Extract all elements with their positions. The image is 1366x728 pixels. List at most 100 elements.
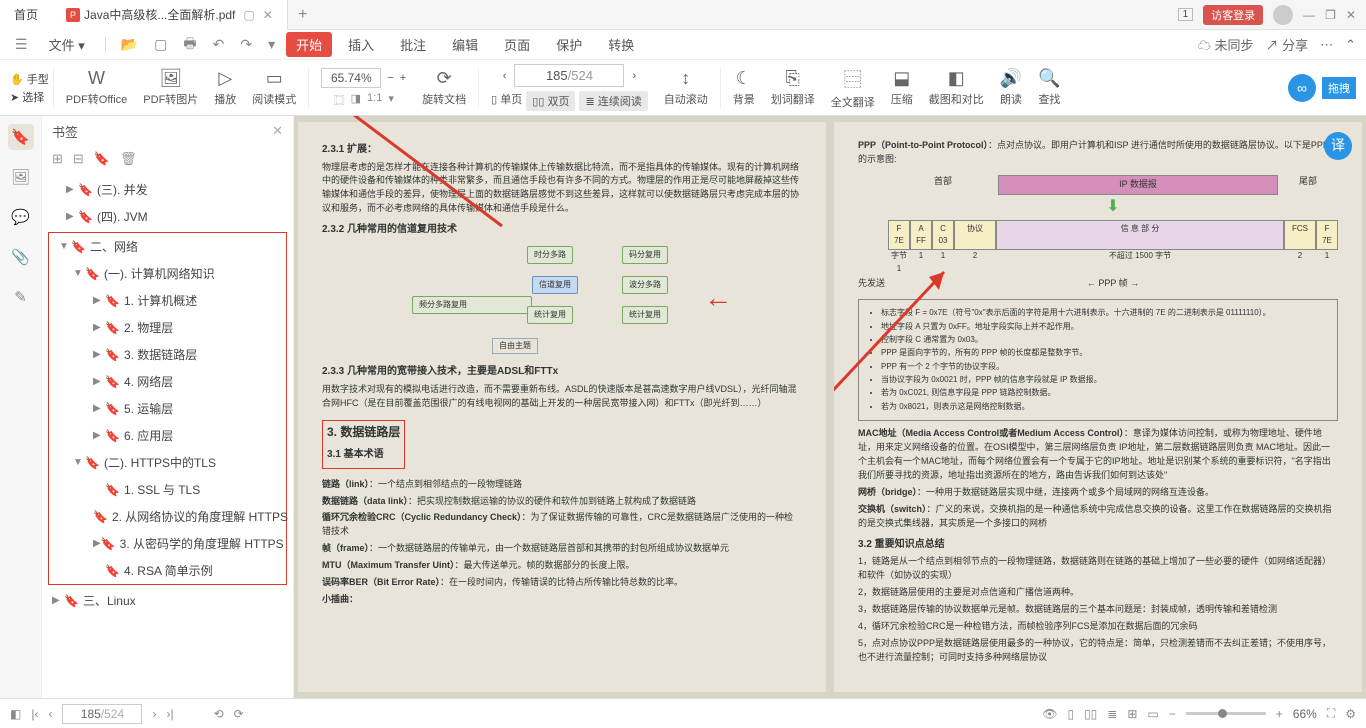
pdf-to-image[interactable]: 🖼PDF转图片 <box>135 62 206 114</box>
full-translate[interactable]: ⿳全文翻译 <box>823 62 883 114</box>
zoom-in-icon[interactable]: + <box>1276 707 1283 721</box>
rotate-left-icon[interactable]: ⟲ <box>214 707 224 721</box>
redo-icon[interactable]: ↷ <box>235 33 257 56</box>
notify-badge[interactable]: 1 <box>1178 8 1194 21</box>
auto-scroll[interactable]: ↕自动滚动 <box>656 62 716 114</box>
view5-icon[interactable]: ▭ <box>1147 707 1158 721</box>
compress[interactable]: ⬓压缩 <box>883 62 921 114</box>
bm-collapse-icon[interactable]: ⊟ <box>73 151 84 167</box>
bm-expand-icon[interactable]: ⊞ <box>52 151 63 167</box>
settings-gear-icon[interactable]: ⚙ <box>1345 707 1356 721</box>
bookmark-item[interactable]: ▼🔖(一). 计算机网络知识 <box>49 260 286 287</box>
fullscreen-icon[interactable]: ⛶ <box>1327 706 1335 721</box>
more-zoom-icon[interactable]: ▾ <box>388 92 394 108</box>
rail-attach-icon[interactable]: 📎 <box>8 244 34 270</box>
rail-sign-icon[interactable]: ✎ <box>8 284 34 310</box>
tab-popout-icon[interactable]: ▢ <box>243 8 254 22</box>
tab-insert[interactable]: 插入 <box>338 32 384 57</box>
bookmark-item[interactable]: ▶🔖5. 运输层 <box>49 395 286 422</box>
rail-thumbnail-icon[interactable]: 🖼 <box>8 164 34 190</box>
view4-icon[interactable]: ⊞ <box>1127 707 1137 721</box>
tab-home[interactable]: 首页 <box>0 0 52 30</box>
print-icon[interactable]: 🖶 <box>178 30 201 60</box>
rotate-button[interactable]: ⟳旋转文档 <box>414 62 474 114</box>
first-page-icon[interactable]: |‹ <box>31 707 38 721</box>
rotate-right-icon[interactable]: ⟳ <box>234 707 244 721</box>
view3-icon[interactable]: ≣ <box>1107 707 1117 721</box>
tab-start[interactable]: 开始 <box>286 32 332 57</box>
drag-button[interactable]: 拖拽 <box>1322 77 1356 99</box>
rail-comment-icon[interactable]: 💬 <box>8 204 34 230</box>
undo-icon[interactable]: ↶ <box>208 33 230 56</box>
read-mode[interactable]: ▭阅读模式 <box>244 62 304 114</box>
bookmark-item[interactable]: ▼🔖二、网络 <box>49 233 286 260</box>
next-page-icon[interactable]: › <box>632 70 636 82</box>
share-button[interactable]: ↗ 分享 <box>1265 35 1308 54</box>
close-tab-icon[interactable]: ✕ <box>263 8 273 22</box>
tab-page[interactable]: 页面 <box>494 32 540 57</box>
sidebar-toggle-icon[interactable]: ◧ <box>10 707 21 721</box>
rail-bookmark-icon[interactable]: 🔖 <box>8 124 34 150</box>
login-button[interactable]: 访客登录 <box>1203 5 1263 25</box>
bookmark-item[interactable]: 🔖1. SSL 与 TLS <box>49 476 286 503</box>
read-aloud[interactable]: 🔊朗读 <box>992 62 1030 114</box>
fit-page-icon[interactable]: ◨ <box>351 92 361 108</box>
close-icon[interactable]: ✕ <box>1346 8 1356 22</box>
status-page-input[interactable]: 185/524 <box>62 704 142 724</box>
next-page-icon[interactable]: › <box>152 707 156 721</box>
bookmark-item[interactable]: ▼🔖(二). HTTPS中的TLS <box>49 449 286 476</box>
tab-edit[interactable]: 编辑 <box>442 32 488 57</box>
open-icon[interactable]: 📂 <box>116 33 143 56</box>
sel-translate[interactable]: ⎘划词翻译 <box>763 62 823 114</box>
bookmark-item[interactable]: ▶🔖3. 从密码学的角度理解 HTTPS <box>49 530 286 557</box>
translate-fab-icon[interactable]: 译 <box>1324 132 1352 160</box>
zoom-slider[interactable] <box>1186 712 1266 715</box>
dropdown-icon[interactable]: ▾ <box>263 33 280 56</box>
crop-compare[interactable]: ◧截图和对比 <box>921 62 992 114</box>
zoom-percent[interactable]: 66% <box>1293 707 1317 721</box>
bookmark-item[interactable]: 🔖4. RSA 简单示例 <box>49 557 286 584</box>
tab-file[interactable]: P Java中高级核...全面解析.pdf ▢ ✕ <box>52 0 288 30</box>
page-input[interactable]: 185/524 <box>514 64 624 87</box>
restore-icon[interactable]: ❐ <box>1325 8 1336 22</box>
tab-protect[interactable]: 保护 <box>546 32 592 57</box>
double-page[interactable]: ▯▯ 双页 <box>526 91 575 111</box>
bookmark-item[interactable]: ▶🔖3. 数据链路层 <box>49 341 286 368</box>
last-page-icon[interactable]: ›| <box>166 707 173 721</box>
bookmark-item[interactable]: ▶🔖(四). JVM <box>42 203 293 230</box>
close-panel-icon[interactable]: ✕ <box>272 123 283 139</box>
zoom-out-icon[interactable]: − <box>387 72 393 84</box>
background[interactable]: ☾背景 <box>725 62 763 114</box>
pdf-to-office[interactable]: WPDF转Office <box>58 62 136 114</box>
bm-del-icon[interactable]: 🗑 <box>120 151 137 167</box>
minimize-icon[interactable]: — <box>1303 8 1315 22</box>
prev-page-icon[interactable]: ‹ <box>48 707 52 721</box>
unsync-button[interactable]: ☁ 未同步 <box>1198 35 1254 54</box>
cloud-icon[interactable]: ∞ <box>1288 74 1316 102</box>
zoom-in-icon[interactable]: + <box>400 72 406 84</box>
hand-tool[interactable]: ✋ 手型 <box>10 71 49 87</box>
tab-convert[interactable]: 转换 <box>598 32 644 57</box>
bookmark-item[interactable]: 🔖2. 从网络协议的角度理解 HTTPS <box>49 503 286 530</box>
bookmark-item[interactable]: ▶🔖6. 应用层 <box>49 422 286 449</box>
view1-icon[interactable]: ▯ <box>1067 707 1074 721</box>
continuous-read[interactable]: ≣ 连续阅读 <box>579 91 647 111</box>
bookmark-item[interactable]: ▶🔖三、Linux <box>42 587 293 614</box>
find[interactable]: 🔍查找 <box>1030 62 1068 114</box>
bookmark-item[interactable]: ▶🔖1. 计算机概述 <box>49 287 286 314</box>
zoom-value[interactable]: 65.74% <box>321 68 381 88</box>
tab-annotate[interactable]: 批注 <box>390 32 436 57</box>
single-page[interactable]: ▯ 单页 <box>491 91 522 111</box>
save-icon[interactable]: ▢ <box>149 33 172 56</box>
actual-size-icon[interactable]: 1:1 <box>367 92 382 108</box>
prev-page-icon[interactable]: ‹ <box>503 70 507 82</box>
bookmark-item[interactable]: ▶🔖(三). 并发 <box>42 176 293 203</box>
bm-add-icon[interactable]: 🔖 <box>94 151 110 167</box>
play-button[interactable]: ▷播放 <box>206 62 244 114</box>
zoom-out-icon[interactable]: − <box>1169 707 1176 721</box>
select-tool[interactable]: ➤ 选择 <box>10 89 49 105</box>
bookmark-item[interactable]: ▶🔖4. 网络层 <box>49 368 286 395</box>
fit-width-icon[interactable]: ⿴ <box>334 92 345 108</box>
bookmark-item[interactable]: ▶🔖2. 物理层 <box>49 314 286 341</box>
menu-icon[interactable]: ☰ <box>10 33 33 56</box>
